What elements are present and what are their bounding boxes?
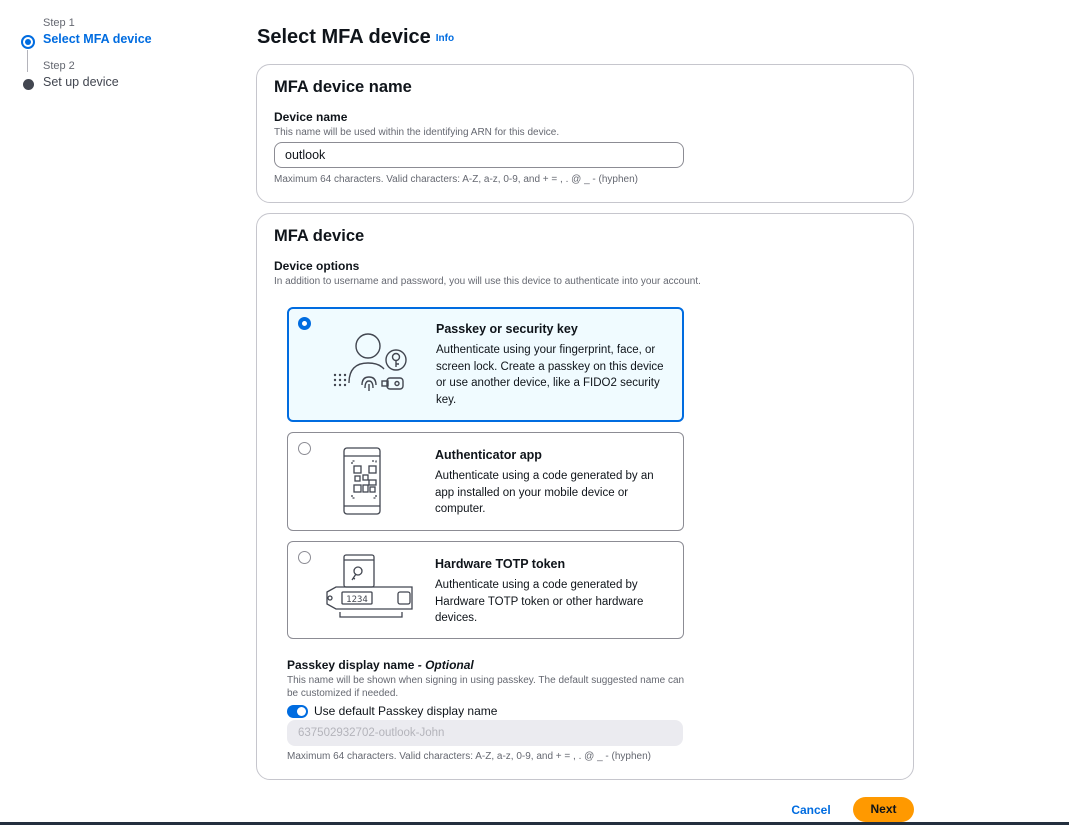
authenticator-app-option-title: Authenticator app [435,448,542,462]
passkey-display-name-optional: - Optional [414,658,474,672]
passkey-option-title: Passkey or security key [436,322,578,336]
step-1-active-indicator-icon [21,35,35,49]
passkey-radio[interactable] [298,317,311,330]
token-code-text: 1234 [346,595,368,605]
page-title: Select MFA device Info [257,26,454,49]
device-name-input[interactable]: outlook [274,142,684,168]
default-passkey-name-toggle[interactable] [287,705,308,718]
passkey-option-tile[interactable]: Passkey or security key Authenticate usi… [287,307,684,422]
cancel-button[interactable]: Cancel [783,800,839,820]
passkey-option-description: Authenticate using your fingerprint, fac… [436,344,664,406]
authenticator-app-option-tile[interactable]: Authenticator app Authenticate using a c… [287,432,684,531]
device-name-label: Device name [274,110,348,124]
passkey-display-name-input: 637502932702-outlook-John [287,720,683,746]
mfa-device-name-heading: MFA device name [274,78,412,96]
mfa-device-heading: MFA device [274,227,365,245]
step-1-number: Step 1 [43,17,75,29]
passkey-icon [333,333,407,391]
step-2-indicator-icon [23,79,34,90]
authenticator-app-radio[interactable] [298,442,311,455]
hardware-totp-option-tile[interactable]: 1234 Hardware TOTP token Authenticate us… [287,541,684,639]
passkey-display-name-description: This name will be shown when signing in … [287,675,685,699]
hardware-totp-option-description: Authenticate using a code generated by H… [435,579,644,624]
passkey-display-name-label-text: Passkey display name [287,658,415,672]
page-title-text: Select MFA device [257,26,431,48]
hardware-totp-option-title: Hardware TOTP token [435,557,566,571]
step-1-label: Select MFA device [43,32,152,46]
step-2: Step 2 Set up device [20,59,220,91]
device-name-constraint: Maximum 64 characters. Valid characters:… [274,174,638,185]
device-name-description: This name will be used within the identi… [274,127,560,138]
passkey-display-name-constraint: Maximum 64 characters. Valid characters:… [287,751,651,762]
passkey-display-name-label: Passkey display name - Optional [287,658,474,672]
step-2-number: Step 2 [43,60,75,72]
authenticator-app-icon [343,447,381,515]
step-2-label: Set up device [43,75,119,89]
mfa-device-name-container: MFA device name Device name This name wi… [256,64,914,203]
wizard-stepper: Step 1 Select MFA device Step 2 Set up d… [20,16,220,91]
device-options-description: In addition to username and password, yo… [274,276,701,287]
mfa-device-container: MFA device Device options In addition to… [256,213,914,780]
next-button[interactable]: Next [853,797,914,822]
step-1: Step 1 Select MFA device [20,16,220,72]
info-link[interactable]: Info [436,33,454,44]
authenticator-app-option-description: Authenticate using a code generated by a… [435,470,654,515]
hardware-totp-radio[interactable] [298,551,311,564]
default-passkey-name-toggle-label: Use default Passkey display name [314,704,498,718]
hardware-token-icon: 1234 [326,554,413,618]
device-options-label: Device options [274,259,360,273]
